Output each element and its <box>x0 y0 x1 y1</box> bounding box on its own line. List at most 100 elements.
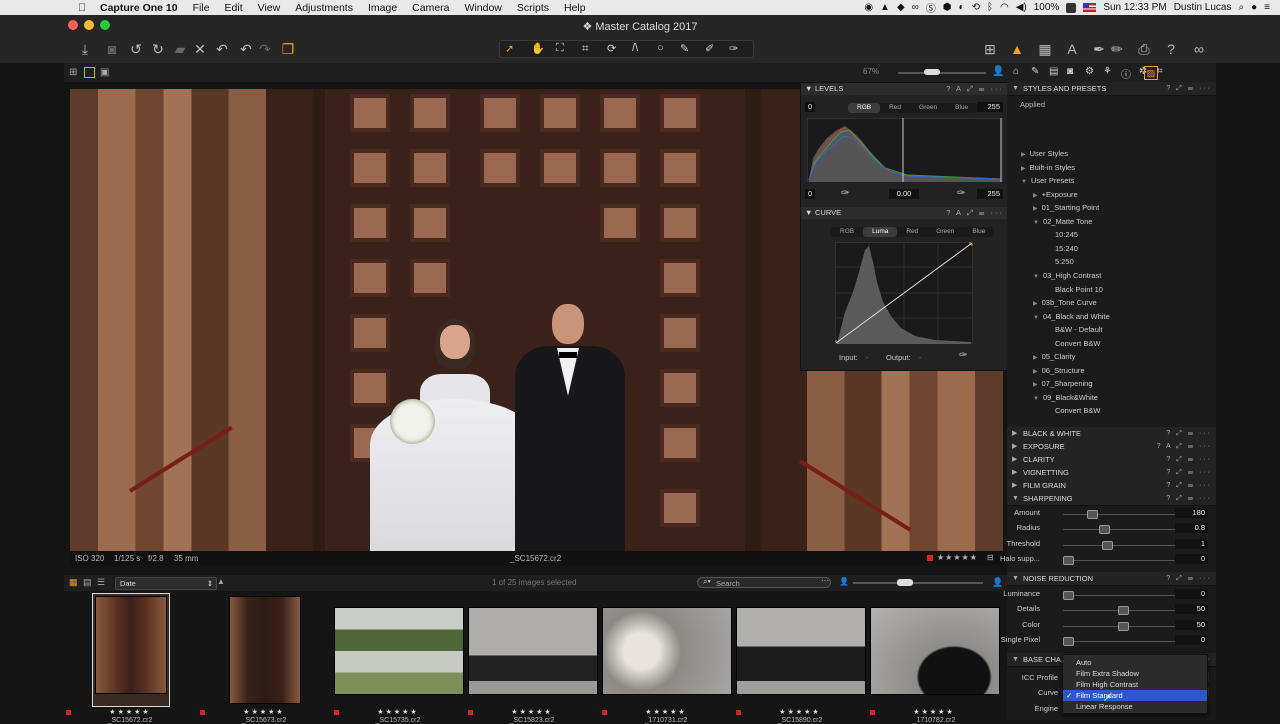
disclosure-open-icon[interactable]: ▼ <box>1033 274 1039 280</box>
disclosure-open-icon[interactable]: ▼ <box>1033 315 1039 321</box>
levels-output-high[interactable]: 255 <box>977 189 1003 199</box>
style-tree-item[interactable]: ▼ 02_Matte Tone <box>1033 217 1092 226</box>
slider-knob[interactable] <box>1099 525 1111 535</box>
thumb-size-slider[interactable] <box>853 582 983 584</box>
tab-adjust-icon[interactable]: ⚘ <box>1103 66 1112 77</box>
sort-select[interactable]: Date ⇕ <box>115 577 217 590</box>
rotate-tool-icon[interactable]: ⟳ <box>607 42 616 55</box>
camera-icon[interactable]: ◙ <box>103 40 121 58</box>
style-tree-item[interactable]: 15:240 <box>1055 244 1078 253</box>
browser-grid-icon[interactable]: ▦ <box>69 577 78 588</box>
zoom-slider[interactable] <box>898 72 986 74</box>
tab-info-icon[interactable]: ⓘ <box>1121 66 1131 81</box>
wifi-icon[interactable]: ◠ <box>1000 2 1009 13</box>
menu-adjustments[interactable]: Adjustments <box>295 2 353 14</box>
creative-cloud-icon[interactable]: ∞ <box>912 2 919 13</box>
dropbox-icon[interactable]: ◆ <box>897 2 905 13</box>
levels-output-low[interactable]: 0 <box>805 189 816 199</box>
pan-icon[interactable]: ✋ <box>531 42 545 55</box>
browser-user-icon[interactable]: 👤 <box>992 577 1003 588</box>
style-tree-item[interactable]: ▶ +Exposure <box>1033 190 1078 199</box>
slider-value[interactable]: 0.8 <box>1175 523 1208 534</box>
thumbnail-4[interactable]: ★★★★★ _SC15823.cr2 <box>466 593 598 724</box>
color-tag-red[interactable] <box>927 555 933 561</box>
time-machine-icon[interactable]: ⟲ <box>972 2 980 13</box>
loupe-icon[interactable]: ⛶ <box>556 42 564 55</box>
disclosure-closed-icon[interactable]: ▶ <box>1033 193 1038 199</box>
user-name[interactable]: Dustin Lucas <box>1174 2 1232 13</box>
zoom-level[interactable]: 67% <box>863 67 879 76</box>
sharpening-header[interactable]: ▼ SHARPENING? ⤢ ☰ ··· <box>1007 492 1216 506</box>
curve-option-film-extra-shadow[interactable]: Film Extra Shadow <box>1063 668 1207 679</box>
style-tree-item[interactable]: Convert B&W <box>1055 339 1100 348</box>
brush-icon[interactable]: ✎ <box>680 42 689 55</box>
menu-help[interactable]: Help <box>564 2 586 14</box>
menu-window[interactable]: Window <box>465 2 502 14</box>
multi-view-icon[interactable]: ▣ <box>100 67 109 78</box>
focus-icon[interactable]: ▦ <box>1036 40 1054 58</box>
thumbnail-6[interactable]: ★★★★★ _SC15890.cr2 <box>734 593 866 724</box>
import-icon[interactable]: ⤓ <box>76 40 94 58</box>
spotlight-icon[interactable]: ⌕ <box>1239 2 1245 13</box>
undo2-icon[interactable]: ↶ <box>237 40 255 58</box>
slider-value[interactable]: 0 <box>1175 589 1208 599</box>
clock[interactable]: Sun 12:33 PM <box>1103 2 1166 13</box>
film-grain-header[interactable]: ▶ FILM GRAIN? ⤢ ☰ ··· <box>1007 479 1216 493</box>
clarity-header[interactable]: ▶ CLARITY? ⤢ ☰ ··· <box>1007 453 1216 467</box>
select-cursor-icon[interactable]: ➚ <box>505 42 514 55</box>
slider-value[interactable]: 0 <box>1175 634 1208 645</box>
disclosure-open-icon[interactable]: ▼ <box>1033 396 1039 402</box>
undo-icon[interactable]: ↶ <box>213 40 231 58</box>
glasses-icon[interactable]: ∞ <box>1188 40 1210 58</box>
thumbnail-1[interactable]: ★★★★★ _SC15672.cr2 <box>64 593 196 724</box>
curve-option-auto[interactable]: Auto <box>1063 657 1207 668</box>
disclosure-closed-icon[interactable]: ▶ <box>1033 301 1038 307</box>
style-tree-item[interactable]: ▶ 03b_Tone Curve <box>1033 298 1097 307</box>
curve-picker-icon[interactable]: ✑ <box>959 350 967 361</box>
style-tree-item[interactable]: ▼ 09_Black&White <box>1033 393 1098 402</box>
single-view-icon[interactable] <box>84 67 95 78</box>
edit-icon[interactable]: ✏ <box>1108 40 1126 58</box>
picker-icon[interactable]: ✑ <box>729 42 738 55</box>
disclosure-closed-icon[interactable]: ▶ <box>1033 206 1038 212</box>
slider-knob[interactable] <box>1118 621 1129 631</box>
search-input[interactable]: Search <box>697 577 831 588</box>
curve-graph[interactable] <box>835 242 973 344</box>
curve-header[interactable]: ▼ CURVE ? A ⤢ ☰ ··· <box>801 207 1008 219</box>
style-tree-item[interactable]: ▼ 03_High Contrast <box>1033 271 1101 280</box>
black-picker-icon[interactable]: ✑ <box>841 188 849 199</box>
slider-knob[interactable] <box>1087 510 1099 519</box>
keystone-icon[interactable]: /\ <box>632 42 638 54</box>
style-tree-item[interactable]: ▶ 06_Structure <box>1033 366 1085 375</box>
browser-film-icon[interactable]: ▤ <box>83 577 92 588</box>
levels-tab-blue[interactable]: Blue <box>946 103 977 113</box>
curve-tab-rgb[interactable]: RGB <box>831 227 863 237</box>
slider-track[interactable] <box>1063 640 1179 642</box>
curve-option-film-high-contrast[interactable]: Film High Contrast <box>1063 679 1207 690</box>
menu-edit[interactable]: Edit <box>225 2 243 14</box>
delete-icon[interactable]: ✕ <box>191 40 209 58</box>
eraser-icon[interactable]: ✐ <box>705 42 714 55</box>
style-tree-item[interactable]: Convert B&W <box>1055 406 1100 415</box>
tab-settings-icon[interactable]: ⚙ <box>1085 66 1094 77</box>
menu-app[interactable]: Capture One 10 <box>100 2 178 14</box>
bluetooth-icon[interactable]: ᛒ <box>987 2 993 13</box>
curve-tab-green[interactable]: Green <box>927 227 963 237</box>
curve-tab-luma[interactable]: Luma <box>863 227 898 237</box>
style-tree-item[interactable]: ▼ User Presets <box>1021 176 1074 185</box>
slider-knob[interactable] <box>1063 555 1074 565</box>
levels-histogram[interactable] <box>807 118 1003 182</box>
browser-list-icon[interactable]: ☰ <box>97 577 105 588</box>
style-tree-item[interactable]: 10:245 <box>1055 230 1078 239</box>
style-tree-item[interactable]: ▶ 05_Clarity <box>1033 352 1075 361</box>
warning-icon[interactable]: ▲ <box>1008 40 1026 58</box>
variants-icon[interactable]: ❐ <box>279 40 297 58</box>
disclosure-closed-icon[interactable]: ▶ <box>1033 382 1038 388</box>
levels-header[interactable]: ▼ LEVELS ? A ⤢ ☰ ··· <box>801 83 1008 95</box>
slider-knob[interactable] <box>1101 540 1113 550</box>
levels-input-low[interactable]: 0 <box>805 102 816 112</box>
levels-tab-red[interactable]: Red <box>880 103 910 113</box>
levels-tab-rgb[interactable]: RGB <box>848 103 881 113</box>
tab-styles-icon[interactable]: ▨ <box>1144 66 1158 80</box>
slider-track[interactable] <box>1063 595 1179 596</box>
